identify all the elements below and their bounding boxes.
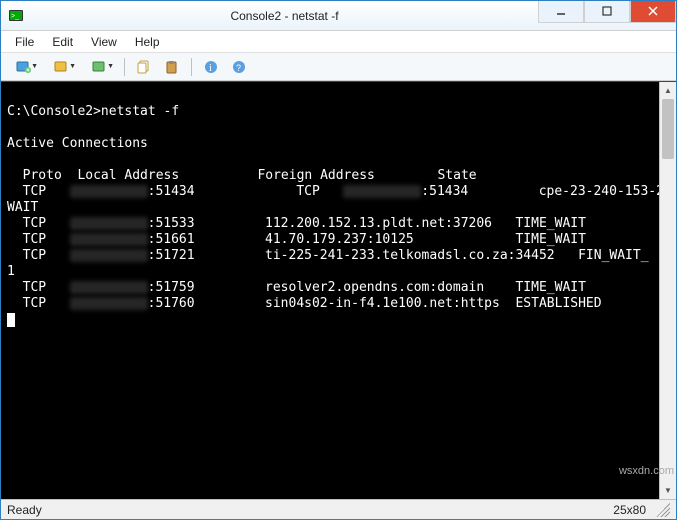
menu-help[interactable]: Help [127,33,168,51]
redacted-local-address [70,185,148,198]
scroll-down-arrow[interactable]: ▼ [660,482,676,499]
close-button[interactable] [630,1,676,23]
menu-edit[interactable]: Edit [44,33,81,51]
redacted-local-address [70,233,148,246]
toolbar: ▼ ▼ ▼ i ? [1,53,676,81]
redacted-local-address [70,297,148,310]
cursor [7,313,15,327]
terminal-area: C:\Console2>netstat -f Active Connection… [1,81,676,499]
redacted-local-address [70,281,148,294]
menubar: File Edit View Help [1,31,676,53]
new-tab-button[interactable]: ▼ [7,56,41,78]
window-title: Console2 - netstat -f [31,9,538,23]
chevron-down-icon: ▼ [107,63,114,70]
window-controls [538,1,676,23]
paste-button[interactable] [160,56,184,78]
redacted-local-address [70,249,148,262]
svg-text:?: ? [236,63,241,73]
chevron-down-icon: ▼ [31,63,38,70]
maximize-button[interactable] [584,1,630,23]
redacted-local-address [70,217,148,230]
titlebar: >_ Console2 - netstat -f [1,1,676,31]
open-button[interactable]: ▼ [45,56,79,78]
info-button[interactable]: i [199,56,223,78]
status-ready: Ready [7,503,42,517]
settings-dropdown-button[interactable]: ▼ [83,56,117,78]
redacted-local-address [343,185,421,198]
app-icon: >_ [1,8,31,24]
vertical-scrollbar[interactable]: ▲ ▼ [659,82,676,499]
svg-text:>_: >_ [11,13,19,20]
minimize-button[interactable] [538,1,584,23]
menu-view[interactable]: View [83,33,125,51]
scroll-thumb[interactable] [662,99,674,159]
chevron-down-icon: ▼ [69,63,76,70]
toolbar-separator [124,58,125,76]
menu-file[interactable]: File [7,33,42,51]
resize-grip-icon[interactable] [656,503,670,517]
scroll-up-arrow[interactable]: ▲ [660,82,676,99]
status-dimensions: 25x80 [613,503,656,517]
copy-button[interactable] [132,56,156,78]
svg-text:i: i [209,63,212,74]
statusbar: Ready 25x80 [1,499,676,519]
terminal-output[interactable]: C:\Console2>netstat -f Active Connection… [1,82,676,334]
toolbar-separator [191,58,192,76]
help-button[interactable]: ? [227,56,251,78]
